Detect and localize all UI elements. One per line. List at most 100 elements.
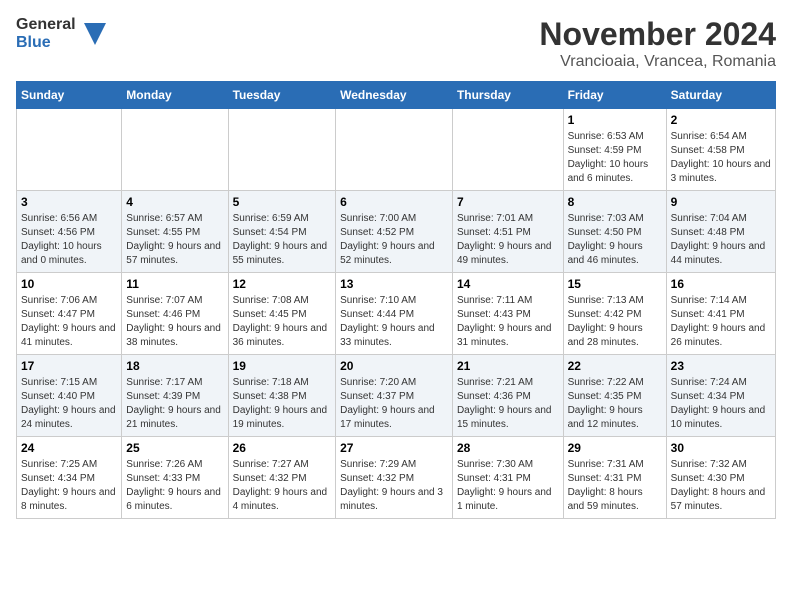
day-info: Sunrise: 7:26 AM Sunset: 4:33 PM Dayligh… bbox=[126, 458, 223, 514]
day-info: Sunrise: 7:10 AM Sunset: 4:44 PM Dayligh… bbox=[340, 294, 448, 350]
location-subtitle: Vrancioaia, Vrancea, Romania bbox=[539, 53, 776, 71]
day-number: 11 bbox=[126, 277, 223, 291]
calendar-cell: 28 Sunrise: 7:30 AM Sunset: 4:31 PM Dayli… bbox=[452, 437, 563, 519]
week-row-3: 10 Sunrise: 7:06 AM Sunset: 4:47 PM Dayli… bbox=[17, 273, 776, 355]
day-info: Sunrise: 7:06 AM Sunset: 4:47 PM Dayligh… bbox=[21, 294, 117, 350]
day-number: 9 bbox=[671, 195, 771, 209]
day-info: Sunrise: 7:15 AM Sunset: 4:40 PM Dayligh… bbox=[21, 376, 117, 432]
day-number: 24 bbox=[21, 441, 117, 455]
day-info: Sunrise: 7:03 AM Sunset: 4:50 PM Dayligh… bbox=[568, 212, 662, 268]
logo-triangle-icon bbox=[84, 23, 106, 45]
calendar-cell: 26 Sunrise: 7:27 AM Sunset: 4:32 PM Dayli… bbox=[228, 437, 336, 519]
day-info: Sunrise: 7:30 AM Sunset: 4:31 PM Dayligh… bbox=[457, 458, 559, 514]
day-number: 15 bbox=[568, 277, 662, 291]
header-day-saturday: Saturday bbox=[666, 82, 775, 109]
day-number: 29 bbox=[568, 441, 662, 455]
calendar-cell: 5 Sunrise: 6:59 AM Sunset: 4:54 PM Daylig… bbox=[228, 191, 336, 273]
day-info: Sunrise: 6:57 AM Sunset: 4:55 PM Dayligh… bbox=[126, 212, 223, 268]
week-row-2: 3 Sunrise: 6:56 AM Sunset: 4:56 PM Daylig… bbox=[17, 191, 776, 273]
day-number: 1 bbox=[568, 113, 662, 127]
calendar-cell: 20 Sunrise: 7:20 AM Sunset: 4:37 PM Dayli… bbox=[336, 355, 453, 437]
calendar-header: SundayMondayTuesdayWednesdayThursdayFrid… bbox=[17, 82, 776, 109]
calendar-cell: 19 Sunrise: 7:18 AM Sunset: 4:38 PM Dayli… bbox=[228, 355, 336, 437]
calendar-cell bbox=[336, 109, 453, 191]
day-number: 27 bbox=[340, 441, 448, 455]
calendar-cell: 11 Sunrise: 7:07 AM Sunset: 4:46 PM Dayli… bbox=[122, 273, 228, 355]
day-info: Sunrise: 6:59 AM Sunset: 4:54 PM Dayligh… bbox=[233, 212, 332, 268]
day-number: 22 bbox=[568, 359, 662, 373]
day-number: 19 bbox=[233, 359, 332, 373]
calendar-cell: 6Sunrise: 7:00 AM Sunset: 4:52 PM Daylig… bbox=[336, 191, 453, 273]
day-info: Sunrise: 6:54 AM Sunset: 4:58 PM Dayligh… bbox=[671, 130, 771, 186]
week-row-4: 17 Sunrise: 7:15 AM Sunset: 4:40 PM Dayli… bbox=[17, 355, 776, 437]
calendar-cell: 2 Sunrise: 6:54 AM Sunset: 4:58 PM Daylig… bbox=[666, 109, 775, 191]
calendar-cell: 23 Sunrise: 7:24 AM Sunset: 4:34 PM Dayli… bbox=[666, 355, 775, 437]
day-number: 10 bbox=[21, 277, 117, 291]
calendar-cell: 24 Sunrise: 7:25 AM Sunset: 4:34 PM Dayli… bbox=[17, 437, 122, 519]
calendar-cell: 25Sunrise: 7:26 AM Sunset: 4:33 PM Dayli… bbox=[122, 437, 228, 519]
header-day-monday: Monday bbox=[122, 82, 228, 109]
calendar-cell: 22 Sunrise: 7:22 AM Sunset: 4:35 PM Dayli… bbox=[563, 355, 666, 437]
header-day-friday: Friday bbox=[563, 82, 666, 109]
day-info: Sunrise: 6:56 AM Sunset: 4:56 PM Dayligh… bbox=[21, 212, 117, 268]
calendar-cell: 13 Sunrise: 7:10 AM Sunset: 4:44 PM Dayli… bbox=[336, 273, 453, 355]
calendar-table: SundayMondayTuesdayWednesdayThursdayFrid… bbox=[16, 81, 776, 519]
header: General Blue November 2024 Vrancioaia, V… bbox=[16, 16, 776, 71]
day-info: Sunrise: 7:04 AM Sunset: 4:48 PM Dayligh… bbox=[671, 212, 771, 268]
day-number: 28 bbox=[457, 441, 559, 455]
day-number: 17 bbox=[21, 359, 117, 373]
day-number: 30 bbox=[671, 441, 771, 455]
calendar-cell bbox=[228, 109, 336, 191]
calendar-cell: 10 Sunrise: 7:06 AM Sunset: 4:47 PM Dayli… bbox=[17, 273, 122, 355]
day-number: 4 bbox=[126, 195, 223, 209]
day-info: Sunrise: 7:18 AM Sunset: 4:38 PM Dayligh… bbox=[233, 376, 332, 432]
day-info: Sunrise: 7:00 AM Sunset: 4:52 PM Dayligh… bbox=[340, 212, 448, 268]
calendar-cell: 3 Sunrise: 6:56 AM Sunset: 4:56 PM Daylig… bbox=[17, 191, 122, 273]
day-info: Sunrise: 7:32 AM Sunset: 4:30 PM Dayligh… bbox=[671, 458, 771, 514]
calendar-cell bbox=[122, 109, 228, 191]
day-number: 26 bbox=[233, 441, 332, 455]
header-row: SundayMondayTuesdayWednesdayThursdayFrid… bbox=[17, 82, 776, 109]
calendar-cell: 8 Sunrise: 7:03 AM Sunset: 4:50 PM Daylig… bbox=[563, 191, 666, 273]
calendar-cell: 1 Sunrise: 6:53 AM Sunset: 4:59 PM Daylig… bbox=[563, 109, 666, 191]
day-number: 14 bbox=[457, 277, 559, 291]
calendar-cell bbox=[452, 109, 563, 191]
day-number: 18 bbox=[126, 359, 223, 373]
day-info: Sunrise: 7:21 AM Sunset: 4:36 PM Dayligh… bbox=[457, 376, 559, 432]
calendar-cell: 17 Sunrise: 7:15 AM Sunset: 4:40 PM Dayli… bbox=[17, 355, 122, 437]
day-number: 21 bbox=[457, 359, 559, 373]
day-number: 16 bbox=[671, 277, 771, 291]
calendar-cell: 7Sunrise: 7:01 AM Sunset: 4:51 PM Daylig… bbox=[452, 191, 563, 273]
calendar-cell: 15 Sunrise: 7:13 AM Sunset: 4:42 PM Dayli… bbox=[563, 273, 666, 355]
day-info: Sunrise: 7:31 AM Sunset: 4:31 PM Dayligh… bbox=[568, 458, 662, 514]
day-info: Sunrise: 7:25 AM Sunset: 4:34 PM Dayligh… bbox=[21, 458, 117, 514]
day-info: Sunrise: 7:29 AM Sunset: 4:32 PM Dayligh… bbox=[340, 458, 448, 514]
header-day-tuesday: Tuesday bbox=[228, 82, 336, 109]
day-info: Sunrise: 7:22 AM Sunset: 4:35 PM Dayligh… bbox=[568, 376, 662, 432]
month-title: November 2024 bbox=[539, 16, 776, 53]
calendar-cell: 16 Sunrise: 7:14 AM Sunset: 4:41 PM Dayli… bbox=[666, 273, 775, 355]
day-number: 3 bbox=[21, 195, 117, 209]
day-number: 20 bbox=[340, 359, 448, 373]
title-area: November 2024 Vrancioaia, Vrancea, Roman… bbox=[539, 16, 776, 71]
calendar-cell: 4 Sunrise: 6:57 AM Sunset: 4:55 PM Daylig… bbox=[122, 191, 228, 273]
day-info: Sunrise: 7:14 AM Sunset: 4:41 PM Dayligh… bbox=[671, 294, 771, 350]
day-info: Sunrise: 7:24 AM Sunset: 4:34 PM Dayligh… bbox=[671, 376, 771, 432]
calendar-cell: 12Sunrise: 7:08 AM Sunset: 4:45 PM Dayli… bbox=[228, 273, 336, 355]
day-info: Sunrise: 7:07 AM Sunset: 4:46 PM Dayligh… bbox=[126, 294, 223, 350]
day-info: Sunrise: 7:13 AM Sunset: 4:42 PM Dayligh… bbox=[568, 294, 662, 350]
day-info: Sunrise: 7:27 AM Sunset: 4:32 PM Dayligh… bbox=[233, 458, 332, 514]
day-number: 23 bbox=[671, 359, 771, 373]
calendar-cell: 21 Sunrise: 7:21 AM Sunset: 4:36 PM Dayli… bbox=[452, 355, 563, 437]
day-number: 5 bbox=[233, 195, 332, 209]
day-info: Sunrise: 6:53 AM Sunset: 4:59 PM Dayligh… bbox=[568, 130, 662, 186]
calendar-body: 1 Sunrise: 6:53 AM Sunset: 4:59 PM Daylig… bbox=[17, 109, 776, 519]
day-info: Sunrise: 7:20 AM Sunset: 4:37 PM Dayligh… bbox=[340, 376, 448, 432]
day-info: Sunrise: 7:17 AM Sunset: 4:39 PM Dayligh… bbox=[126, 376, 223, 432]
calendar-cell: 30 Sunrise: 7:32 AM Sunset: 4:30 PM Dayli… bbox=[666, 437, 775, 519]
day-number: 8 bbox=[568, 195, 662, 209]
day-number: 12 bbox=[233, 277, 332, 291]
day-number: 2 bbox=[671, 113, 771, 127]
calendar-cell: 27 Sunrise: 7:29 AM Sunset: 4:32 PM Dayli… bbox=[336, 437, 453, 519]
day-number: 13 bbox=[340, 277, 448, 291]
